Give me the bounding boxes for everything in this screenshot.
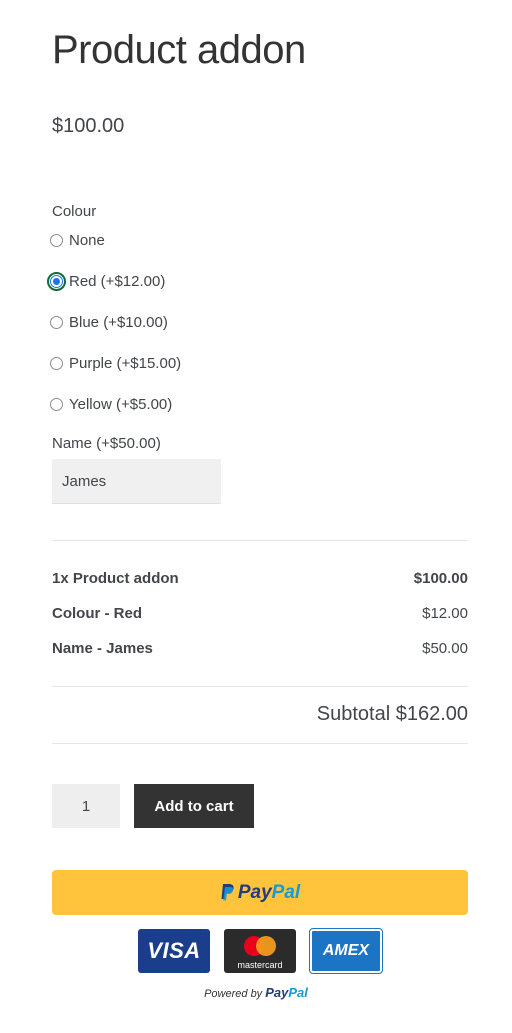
summary-row-colour: Colour - Red $12.00 — [52, 605, 468, 622]
summary-value: $100.00 — [413, 570, 468, 587]
amex-card-icon: AMEX — [310, 929, 382, 973]
summary-label: 1x Product addon — [52, 570, 179, 587]
product-price: $100.00 — [52, 115, 125, 137]
summary-value: $12.00 — [422, 605, 468, 622]
divider — [52, 540, 468, 541]
visa-card-icon: VISA — [138, 929, 210, 973]
summary-label: Colour - Red — [52, 605, 142, 622]
colour-option-none[interactable]: None — [50, 229, 105, 251]
colour-option-yellow[interactable]: Yellow (+$5.00) — [50, 393, 172, 415]
radio-label: None — [69, 231, 105, 249]
radio-button[interactable] — [50, 397, 63, 411]
summary-row-name: Name - James $50.00 — [52, 640, 468, 657]
name-label: Name (+$50.00) — [52, 435, 161, 452]
paypal-wordmark: PayPal — [237, 881, 301, 903]
mastercard-card-icon: mastercard — [224, 929, 296, 973]
divider — [52, 686, 468, 687]
quantity-input[interactable] — [52, 784, 120, 828]
colour-option-red[interactable]: Red (+$12.00) — [47, 270, 166, 292]
product-title: Product addon — [52, 28, 306, 72]
colour-option-purple[interactable]: Purple (+$15.00) — [50, 352, 181, 374]
powered-by-paypal: Powered by PayPal — [204, 985, 308, 1000]
summary-row-product: 1x Product addon $100.00 — [52, 570, 468, 587]
radio-label: Red (+$12.00) — [69, 272, 166, 290]
radio-label: Blue (+$10.00) — [69, 313, 168, 331]
radio-button[interactable] — [50, 315, 63, 329]
colour-label: Colour — [52, 203, 97, 220]
summary-value: $50.00 — [422, 640, 468, 657]
name-field[interactable] — [52, 459, 221, 504]
divider — [52, 743, 468, 744]
radio-button[interactable] — [50, 233, 63, 247]
radio-button-selected[interactable] — [47, 271, 66, 291]
radio-label: Purple (+$15.00) — [69, 354, 182, 372]
radio-button[interactable] — [50, 356, 63, 370]
paypal-button[interactable]: PayPal — [52, 870, 468, 915]
summary-label: Name - James — [52, 640, 153, 657]
colour-option-blue[interactable]: Blue (+$10.00) — [50, 311, 168, 333]
radio-label: Yellow (+$5.00) — [69, 395, 173, 413]
subtotal: Subtotal $162.00 — [316, 703, 468, 725]
add-to-cart-button[interactable]: Add to cart — [134, 784, 254, 828]
paypal-icon — [221, 884, 234, 901]
